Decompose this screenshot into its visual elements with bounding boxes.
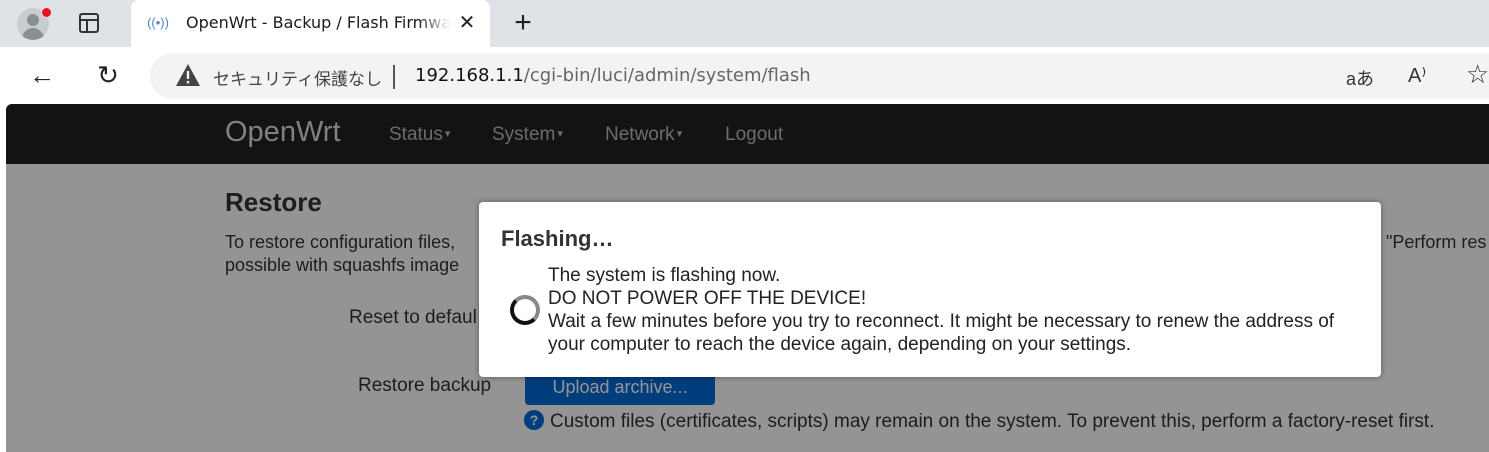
browser-toolbar: ← ↻ セキュリティ保護なし 192.168.1.1/cgi-bin/luci/… — [0, 47, 1489, 104]
address-divider — [393, 65, 395, 89]
url-path: /cgi-bin/luci/admin/system/flash — [523, 65, 811, 86]
modal-line-wait: Wait a few minutes before you try to rec… — [548, 311, 1335, 332]
read-aloud-icon[interactable]: A⁾ — [1408, 63, 1426, 88]
workspaces-icon[interactable] — [79, 13, 99, 33]
notification-dot — [41, 7, 52, 18]
modal-line-warning: DO NOT POWER OFF THE DEVICE! — [548, 288, 867, 309]
url-text[interactable]: 192.168.1.1/cgi-bin/luci/admin/system/fl… — [415, 65, 811, 86]
modal-line-status: The system is flashing now. — [548, 265, 781, 286]
browser-tab-strip: ((•)) OpenWrt - Backup / Flash Firmware … — [0, 0, 1489, 47]
modal-line-reconnect: your computer to reach the device again,… — [548, 334, 1132, 355]
flashing-modal: Flashing… The system is flashing now. DO… — [479, 202, 1381, 377]
spinner-icon — [510, 295, 540, 325]
address-bar[interactable]: セキュリティ保護なし 192.168.1.1/cgi-bin/luci/admi… — [150, 53, 1489, 99]
avatar-head — [27, 14, 39, 26]
favorite-star-icon[interactable]: ☆ — [1466, 59, 1489, 90]
avatar-body — [22, 28, 44, 40]
security-status-label[interactable]: セキュリティ保護なし — [213, 65, 382, 90]
new-tab-icon[interactable]: + — [509, 8, 537, 38]
tab-title: OpenWrt - Backup / Flash Firmware - LuCI — [186, 13, 450, 32]
url-host: 192.168.1.1 — [415, 65, 524, 86]
back-arrow-icon[interactable]: ← — [27, 60, 57, 90]
modal-message: The system is flashing now. DO NOT POWER… — [548, 264, 1368, 356]
broadcast-icon: ((•)) — [147, 15, 169, 30]
reload-icon[interactable]: ↻ — [93, 60, 123, 90]
translate-icon[interactable]: aあ — [1346, 65, 1374, 91]
browser-tab-active[interactable]: ((•)) OpenWrt - Backup / Flash Firmware … — [131, 0, 490, 47]
warning-triangle-icon[interactable] — [175, 63, 201, 87]
modal-title: Flashing… — [501, 226, 614, 251]
close-tab-icon[interactable]: ✕ — [457, 12, 477, 34]
